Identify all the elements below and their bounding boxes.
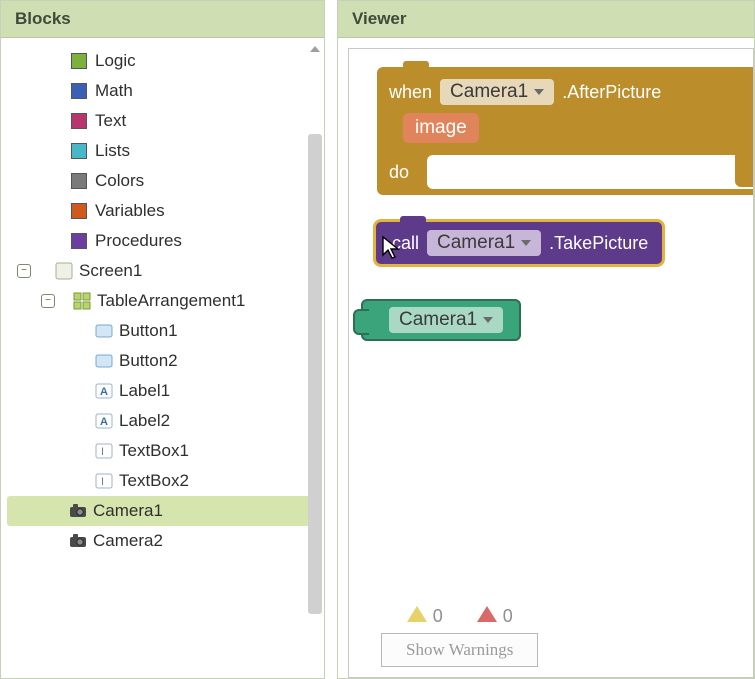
tree-item-label: Camera2 [93, 531, 163, 551]
tree-item-label1[interactable]: A Label1 [7, 376, 320, 406]
textbox-icon: I [95, 472, 113, 490]
tree-item-label: Label1 [119, 381, 170, 401]
event-block-afterpicture[interactable]: when Camera1 .AfterPicture image do [377, 67, 754, 195]
tree-item-label: Button2 [119, 351, 178, 371]
button-icon [95, 352, 113, 370]
tree-item-camera1[interactable]: Camera1 [7, 496, 320, 526]
event-component-dropdown[interactable]: Camera1 [440, 79, 554, 105]
tree-container-label: TableArrangement1 [97, 291, 245, 311]
tree-item-textbox2[interactable]: I TextBox2 [7, 466, 320, 496]
svg-text:I: I [101, 446, 104, 458]
category-text[interactable]: Text [7, 106, 320, 136]
warning-count: 0 [407, 606, 443, 627]
category-math[interactable]: Math [7, 76, 320, 106]
category-procedures[interactable]: Procedures [7, 226, 320, 256]
tree-item-label: TextBox2 [119, 471, 189, 491]
tree-item-label: Label2 [119, 411, 170, 431]
category-color-swatch [71, 173, 87, 189]
event-suffix-label: .AfterPicture [562, 82, 661, 103]
category-label: Colors [95, 171, 144, 191]
svg-text:I: I [101, 476, 104, 488]
textbox-icon: I [95, 442, 113, 460]
event-do-slot[interactable] [427, 155, 754, 189]
chevron-down-icon [521, 240, 531, 246]
svg-text:A: A [100, 386, 108, 398]
getter-block-camera1[interactable]: Camera1 [361, 299, 521, 341]
tree-screen-row[interactable]: − Screen1 [7, 256, 320, 286]
tree-item-button2[interactable]: Button2 [7, 346, 320, 376]
category-color-swatch [71, 203, 87, 219]
call-block-takepicture[interactable]: call Camera1 .TakePicture [373, 219, 665, 267]
category-color-swatch [71, 143, 87, 159]
label-icon: A [95, 382, 113, 400]
scroll-up-icon[interactable] [310, 42, 320, 52]
category-color-swatch [71, 233, 87, 249]
tree-item-button1[interactable]: Button1 [7, 316, 320, 346]
category-color-swatch [71, 83, 87, 99]
category-label: Math [95, 81, 133, 101]
warnings-footer: 0 0 Show Warnings [381, 606, 538, 667]
chevron-down-icon [483, 317, 493, 323]
scroll-thumb[interactable] [308, 134, 322, 614]
category-label: Variables [95, 201, 165, 221]
svg-text:A: A [100, 416, 108, 428]
show-warnings-button[interactable]: Show Warnings [381, 633, 538, 667]
error-icon [477, 606, 497, 622]
camera-icon [69, 532, 87, 550]
blocks-canvas[interactable]: when Camera1 .AfterPicture image do do [348, 48, 754, 678]
collapse-icon[interactable]: − [41, 294, 55, 308]
tree-item-label: Camera1 [93, 501, 163, 521]
warning-icon [407, 606, 427, 622]
blocks-panel: Blocks Logic Math Text Lists Colors Variables… [0, 0, 325, 679]
tree-item-textbox1[interactable]: I TextBox1 [7, 436, 320, 466]
tree-item-label: TextBox1 [119, 441, 189, 461]
error-count: 0 [477, 606, 513, 627]
event-do-label: do [389, 162, 409, 183]
category-label: Lists [95, 141, 130, 161]
category-label: Logic [95, 51, 136, 71]
blocks-header: Blocks [1, 1, 324, 38]
category-variables[interactable]: Variables [7, 196, 320, 226]
viewer-panel: Viewer when Camera1 .AfterPicture image … [337, 0, 755, 679]
category-lists[interactable]: Lists [7, 136, 320, 166]
category-colors[interactable]: Colors [7, 166, 320, 196]
label-icon: A [95, 412, 113, 430]
category-logic[interactable]: Logic [7, 46, 320, 76]
tree-item-camera2[interactable]: Camera2 [7, 526, 320, 556]
tree-item-label2[interactable]: A Label2 [7, 406, 320, 436]
event-when-label: when [389, 82, 432, 103]
camera-icon [69, 502, 87, 520]
collapse-icon[interactable]: − [17, 264, 31, 278]
screen-icon [55, 262, 73, 280]
category-color-swatch [71, 53, 87, 69]
call-component-dropdown[interactable]: Camera1 [427, 230, 541, 256]
button-icon [95, 322, 113, 340]
do-extension-block[interactable]: do [735, 141, 754, 187]
table-arrangement-icon [73, 292, 91, 310]
scrollbar[interactable] [306, 38, 324, 678]
tree-container-row[interactable]: − TableArrangement1 [7, 286, 320, 316]
event-param-image[interactable]: image [403, 113, 479, 143]
call-suffix-label: .TakePicture [549, 233, 648, 254]
tree-item-label: Button1 [119, 321, 178, 341]
category-label: Procedures [95, 231, 182, 251]
cursor-icon [381, 235, 403, 261]
viewer-body: when Camera1 .AfterPicture image do do [338, 38, 754, 678]
chevron-down-icon [534, 89, 544, 95]
tree-screen-label: Screen1 [79, 261, 142, 281]
viewer-header: Viewer [338, 1, 754, 38]
blocks-tree: Logic Math Text Lists Colors Variables Procedu… [1, 38, 324, 678]
category-label: Text [95, 111, 126, 131]
category-color-swatch [71, 113, 87, 129]
getter-component-dropdown[interactable]: Camera1 [389, 307, 503, 333]
